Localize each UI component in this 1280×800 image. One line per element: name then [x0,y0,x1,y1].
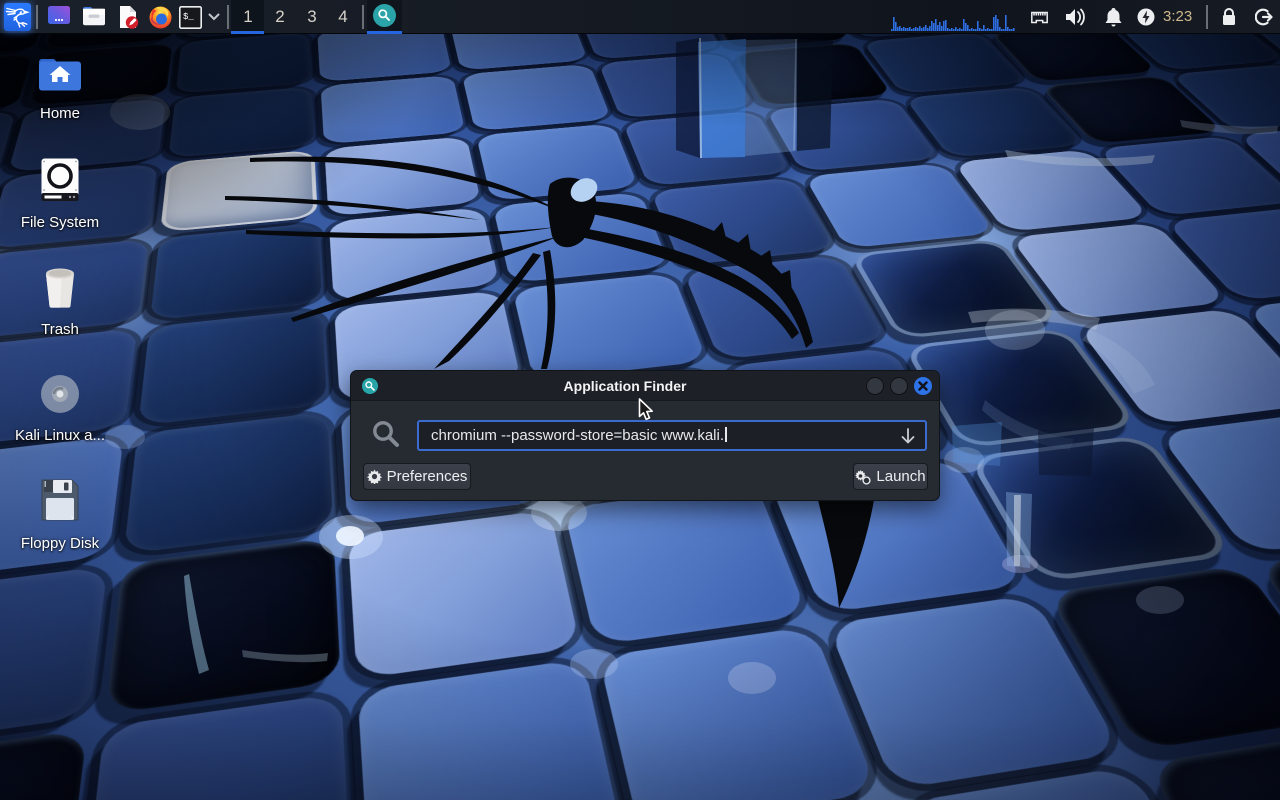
svg-text:$_: $_ [183,12,194,22]
